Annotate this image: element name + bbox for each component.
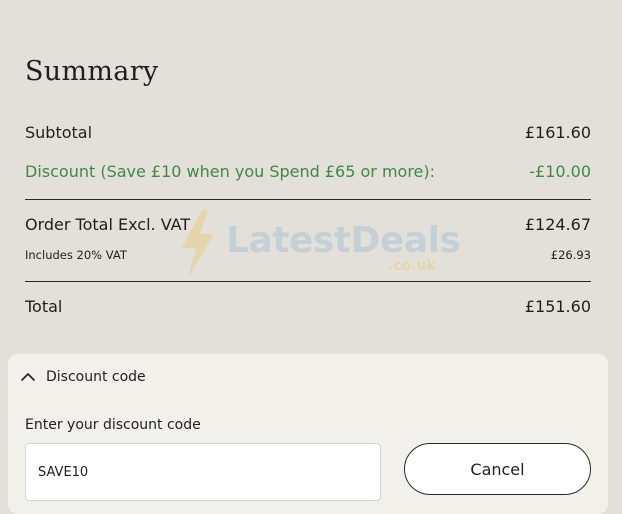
vat-row: Includes 20% VAT £26.93: [25, 247, 591, 263]
divider: [25, 199, 591, 200]
discount-code-toggle[interactable]: Discount code: [20, 369, 146, 385]
total-value: £151.60: [524, 296, 591, 316]
discount-code-panel: Discount code Enter your discount code C…: [8, 354, 608, 514]
total-row: Total £151.60: [25, 295, 591, 317]
vat-label: Includes 20% VAT: [25, 248, 127, 262]
discount-label: Discount (Save £10 when you Spend £65 or…: [25, 161, 436, 181]
order-total-ex-vat-row: Order Total Excl. VAT £124.67: [25, 213, 591, 235]
discount-code-toggle-label: Discount code: [46, 369, 146, 385]
discount-row: Discount (Save £10 when you Spend £65 or…: [25, 160, 591, 182]
subtotal-row: Subtotal £161.60: [25, 121, 591, 143]
subtotal-label: Subtotal: [25, 122, 93, 142]
summary-title: Summary: [25, 56, 159, 87]
chevron-up-icon: [21, 373, 35, 381]
vat-value: £26.93: [550, 248, 591, 262]
total-label: Total: [25, 296, 63, 316]
order-total-ex-vat-value: £124.67: [524, 214, 591, 234]
subtotal-value: £161.60: [524, 122, 591, 142]
discount-code-field-label: Enter your discount code: [25, 417, 201, 433]
discount-value: -£10.00: [529, 161, 591, 181]
order-total-ex-vat-label: Order Total Excl. VAT: [25, 214, 191, 234]
discount-code-input[interactable]: [25, 443, 381, 501]
cancel-button[interactable]: Cancel: [404, 443, 591, 495]
divider: [25, 281, 591, 282]
